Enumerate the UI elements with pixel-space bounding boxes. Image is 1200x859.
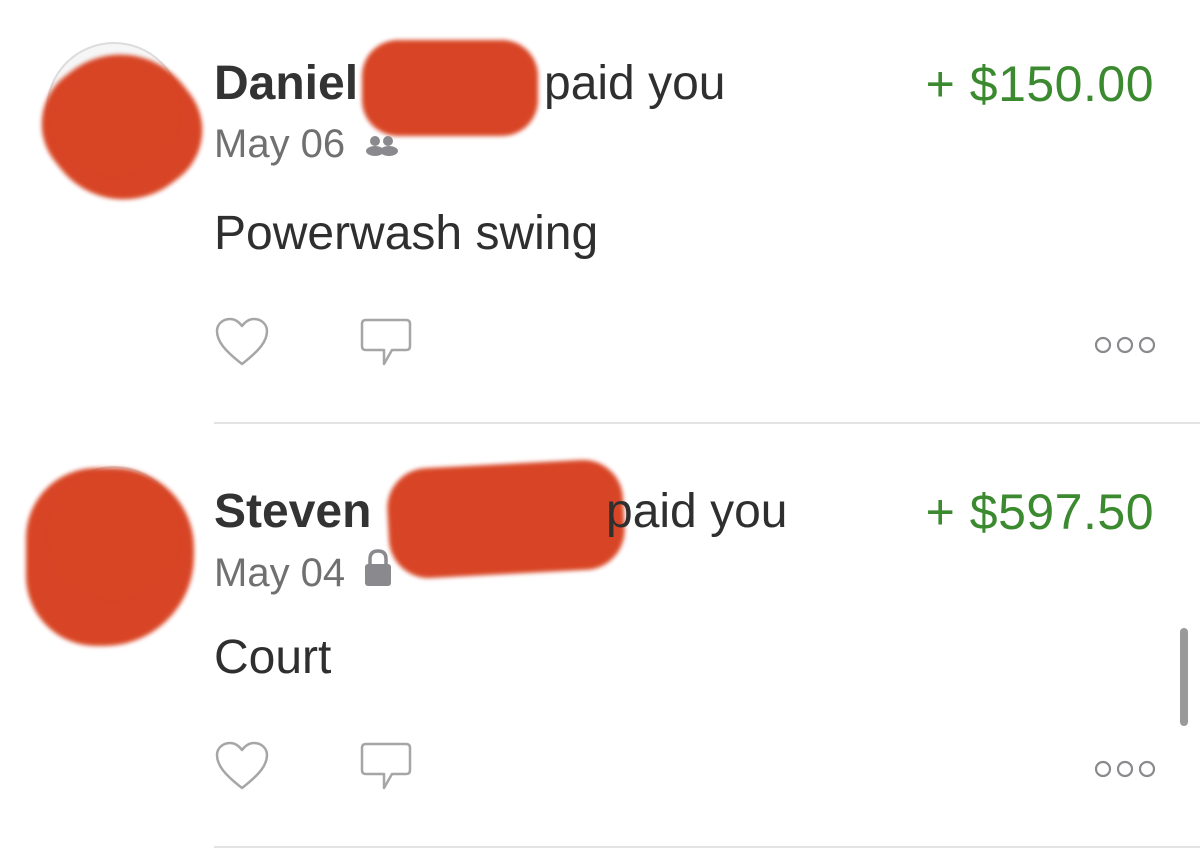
transaction-date-row: May 04 — [214, 548, 393, 597]
comment-icon — [360, 742, 412, 790]
amount: + $150.00 — [925, 56, 1154, 112]
transaction-date-row: May 06 — [214, 122, 399, 166]
transaction-title: Daniel — [214, 56, 358, 112]
divider — [214, 846, 1200, 848]
redaction-mark — [26, 468, 194, 646]
comment-button[interactable] — [358, 316, 414, 375]
comment-button[interactable] — [358, 740, 414, 799]
transaction-date: May 06 — [214, 122, 346, 166]
more-options-button[interactable] — [1094, 758, 1156, 785]
like-button[interactable] — [214, 316, 270, 373]
more-icon — [1094, 336, 1156, 354]
comment-icon — [360, 318, 412, 366]
transaction-action: paid you — [606, 485, 788, 538]
amount: + $597.50 — [925, 484, 1154, 540]
action-bar — [214, 740, 1156, 796]
transaction-title: Steven — [214, 484, 371, 540]
redaction-mark — [385, 457, 627, 581]
lock-icon — [363, 548, 393, 597]
payment-note: Powerwash swing — [214, 207, 599, 260]
transaction-card[interactable]: Steven paid you + $597.50 May 04 Court — [0, 424, 1200, 848]
payment-note: Court — [214, 631, 332, 684]
like-button[interactable] — [214, 740, 270, 797]
heart-icon — [215, 317, 269, 366]
transaction-action: paid you — [544, 57, 726, 110]
transaction-card[interactable]: Daniel paid you + $150.00 May 06 Powerwa… — [0, 0, 1200, 423]
more-icon — [1094, 760, 1156, 778]
heart-icon — [215, 741, 269, 790]
redaction-mark — [17, 22, 227, 232]
transaction-feed: Daniel paid you + $150.00 May 06 Powerwa… — [0, 0, 1200, 859]
friends-icon — [363, 122, 399, 166]
payer-name[interactable]: Daniel — [214, 57, 358, 110]
scrollbar[interactable] — [1180, 628, 1188, 726]
action-bar — [214, 316, 1156, 372]
more-options-button[interactable] — [1094, 334, 1156, 361]
transaction-date: May 04 — [214, 550, 346, 595]
payer-name[interactable]: Steven — [214, 485, 371, 538]
